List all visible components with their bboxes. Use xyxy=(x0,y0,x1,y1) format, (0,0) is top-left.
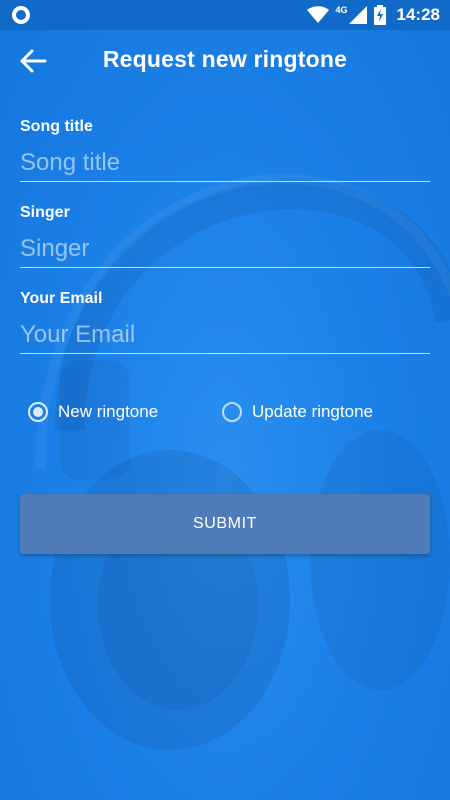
singer-label: Singer xyxy=(20,204,70,221)
email-field-group: Your Email xyxy=(20,264,430,354)
email-input[interactable] xyxy=(20,316,430,354)
network-type-label: 4G xyxy=(335,5,348,15)
page-title: Request new ringtone xyxy=(102,46,348,72)
status-bar: 4G 14:28 xyxy=(0,0,450,30)
request-form: Song title Singer Your Email xyxy=(20,92,430,354)
notification-icon xyxy=(12,6,30,24)
status-time: 14:28 xyxy=(396,5,440,24)
new-ringtone-radio[interactable]: New ringtone xyxy=(28,402,158,422)
song-title-input[interactable] xyxy=(20,144,430,182)
singer-input[interactable] xyxy=(20,230,430,268)
song-title-field-group: Song title xyxy=(20,92,430,182)
app-bar: Request new ringtone xyxy=(0,30,450,92)
status-icons: 4G 14:28 xyxy=(306,4,440,26)
radio-checked-icon[interactable] xyxy=(28,402,48,422)
update-ringtone-radio[interactable]: Update ringtone xyxy=(222,402,373,422)
new-ringtone-label: New ringtone xyxy=(58,402,159,421)
radio-unchecked-icon[interactable] xyxy=(222,402,242,422)
singer-field-group: Singer xyxy=(20,178,430,268)
submit-button[interactable]: SUBMIT xyxy=(20,494,430,554)
song-title-label: Song title xyxy=(20,118,93,135)
email-label: Your Email xyxy=(20,290,103,307)
ringtone-type-radio-group: New ringtone Update ringtone xyxy=(28,402,428,432)
cell-signal-icon xyxy=(348,6,367,24)
update-ringtone-label: Update ringtone xyxy=(252,402,373,421)
battery-charging-icon xyxy=(373,5,386,25)
wifi-icon xyxy=(306,6,329,23)
